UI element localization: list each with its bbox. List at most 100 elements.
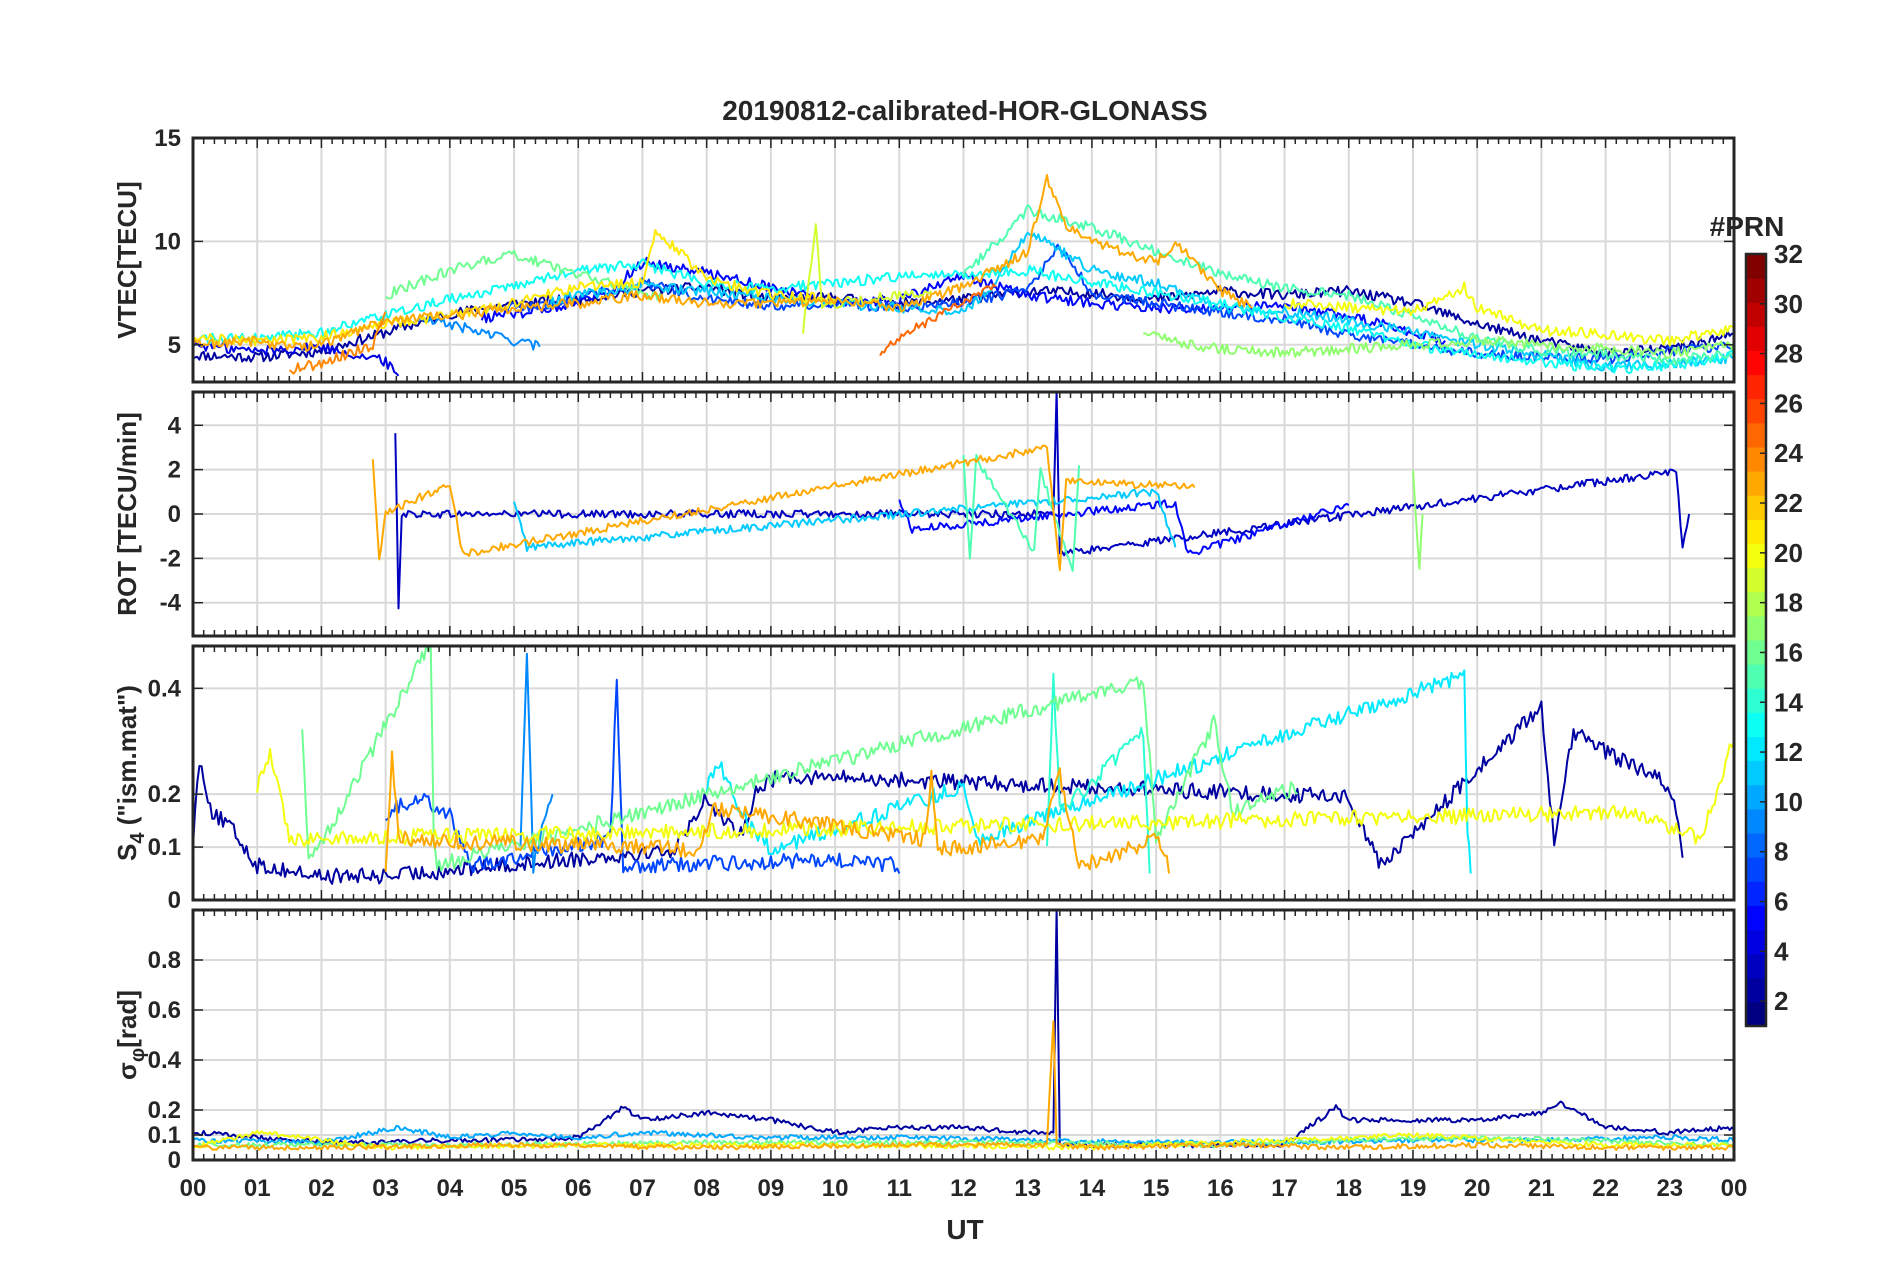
colorbar-tick-label: 10 (1774, 787, 1803, 817)
colorbar-swatch (1746, 857, 1766, 882)
colorbar-swatch (1746, 519, 1766, 544)
colorbar-tick-label: 24 (1774, 438, 1803, 468)
y-axis-label-vtec: VTEC[TECU] (112, 181, 142, 338)
y-tick-label-sigma_phi: 0.8 (148, 947, 181, 974)
y-tick-label-vtec: 10 (154, 228, 181, 255)
colorbar-tick-label: 18 (1774, 588, 1803, 618)
colorbar-tick-label: 12 (1774, 737, 1803, 767)
colorbar-swatch (1746, 447, 1766, 472)
colorbar-swatch (1746, 664, 1766, 689)
panel-sigma_phi: 00.10.2 0.4 0.6 0.8 σφ[rad] (112, 908, 1736, 1174)
colorbar-tick-label: 22 (1774, 488, 1803, 518)
colorbar-tick-label: 2 (1774, 986, 1788, 1016)
colorbar-swatch (1746, 953, 1766, 979)
colorbar-tick-label: 30 (1774, 289, 1803, 319)
panels: 51015VTEC[TECU]-4-2024ROT [TECU/min]00.1… (112, 125, 1736, 1174)
colorbar-swatch (1746, 929, 1766, 955)
colorbar-swatch (1746, 905, 1766, 930)
y-tick-label-rot: 4 (168, 412, 182, 439)
x-tick-label: 09 (758, 1175, 785, 1202)
y-tick-label-rot: -2 (160, 545, 181, 572)
colorbar-swatch (1746, 760, 1766, 786)
y-tick-label-sigma_phi: 0.6 (148, 997, 181, 1024)
x-tick-label: 07 (629, 1175, 656, 1202)
x-tick-labels: 00 01 02 03 04 05 06 07 08 09 10 11 12 13 14 15 16 17 18 19… (180, 1175, 1748, 1202)
colorbar-swatch (1746, 833, 1766, 858)
figure: 20190812-calibrated-HOR-GLONASS 5 10 15 VTE… (112, 95, 1803, 1245)
colorbar-tick-label: 14 (1774, 687, 1803, 717)
colorbar-tick-label: 26 (1774, 388, 1803, 418)
x-tick-label: 08 (693, 1175, 720, 1202)
y-axis-label-sigma_phi: σφ[rad] (112, 990, 149, 1080)
y-tick-label-s4: 0.1 (148, 834, 181, 861)
x-tick-label: 12 (950, 1175, 977, 1202)
y-tick-label-rot: 2 (168, 457, 181, 484)
x-tick-label: 23 (1656, 1175, 1683, 1202)
panel-rot: -4 -2 0 2 4 ROT [TECU/min] (112, 390, 1736, 638)
colorbar-swatch (1746, 688, 1766, 713)
colorbar-tick-label: 6 (1774, 886, 1788, 916)
panel-vtec: 5 10 15 VTEC[TECU] (112, 125, 1736, 384)
colorbar-swatch (1746, 254, 1766, 279)
colorbar-swatch (1746, 615, 1766, 641)
x-tick-label: 06 (565, 1175, 592, 1202)
figure-title: 20190812-calibrated-HOR-GLONASS (722, 95, 1208, 126)
y-tick-label-sigma_phi: 0.1 (148, 1122, 181, 1149)
y-tick-label-sigma_phi: 0.4 (148, 1047, 182, 1074)
y-axis-label-s4: S4 ("ism.mat") (112, 685, 149, 861)
colorbar-swatch (1746, 302, 1766, 327)
colorbar-swatch (1746, 543, 1766, 569)
y-tick-label-rot: -4 (160, 590, 182, 617)
x-tick-label: 19 (1400, 1175, 1427, 1202)
y-tick-label-sigma_phi: 0.2 (148, 1097, 181, 1124)
colorbar-title: #PRN (1710, 211, 1785, 242)
y-tick-label-s4: 0.2 (148, 781, 181, 808)
colorbar-tick-label: 4 (1774, 936, 1789, 966)
colorbar-swatch (1746, 374, 1766, 400)
y-tick-label-sigma_phi: 0 (168, 1147, 181, 1174)
x-tick-label: 04 (436, 1175, 463, 1202)
colorbar-tick-label: 20 (1774, 538, 1803, 568)
x-tick-label: 16 (1207, 1175, 1234, 1202)
x-tick-label: 00 (180, 1175, 207, 1202)
x-tick-label: 00 (1721, 1175, 1748, 1202)
colorbar-swatch (1746, 736, 1766, 762)
colorbar-tick-label: 32 (1774, 239, 1803, 269)
colorbar-tick-label: 28 (1774, 339, 1803, 369)
colorbar-swatch (1746, 422, 1766, 448)
colorbar-swatch (1746, 808, 1766, 834)
colorbar-swatch (1746, 1001, 1766, 1027)
x-tick-label: 18 (1335, 1175, 1362, 1202)
colorbar-swatch (1746, 398, 1766, 424)
y-tick-label-s4: 0.4 (148, 675, 182, 702)
colorbar-swatch (1746, 471, 1766, 496)
y-tick-label-rot: 0 (168, 501, 181, 528)
x-axis-label: UT (946, 1214, 983, 1245)
x-tick-label: 10 (822, 1175, 849, 1202)
colorbar-tick-label: 8 (1774, 837, 1788, 867)
x-tick-label: 02 (308, 1175, 335, 1202)
x-tick-label: 13 (1014, 1175, 1041, 1202)
x-tick-label: 21 (1528, 1175, 1555, 1202)
colorbar-swatch (1746, 784, 1766, 810)
colorbar-swatch (1746, 712, 1766, 737)
x-tick-label: 11 (887, 1175, 912, 1202)
x-tick-label: 17 (1271, 1175, 1298, 1202)
y-tick-label-vtec: 5 (168, 332, 181, 359)
colorbar-swatch (1746, 567, 1766, 593)
colorbar-swatch (1746, 591, 1766, 617)
x-tick-label: 05 (501, 1175, 528, 1202)
x-tick-label: 20 (1464, 1175, 1491, 1202)
colorbar-swatch (1746, 278, 1766, 303)
x-tick-label: 01 (244, 1175, 271, 1202)
x-tick-label: 15 (1143, 1175, 1170, 1202)
x-tick-label: 14 (1079, 1175, 1106, 1202)
y-tick-label-s4: 0 (168, 887, 181, 914)
y-tick-label-vtec: 15 (154, 125, 181, 152)
colorbar-swatch (1746, 977, 1766, 1003)
colorbar-tick-label: 16 (1774, 637, 1803, 667)
colorbar-swatch (1746, 495, 1766, 520)
x-tick-label: 22 (1592, 1175, 1619, 1202)
y-axis-label-rot: ROT [TECU/min] (112, 412, 142, 616)
colorbar-swatch (1746, 326, 1766, 351)
